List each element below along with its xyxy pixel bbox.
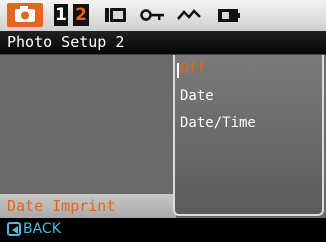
footer: BACK: [0, 218, 326, 242]
battery-icon[interactable]: [216, 5, 242, 25]
scene-icon[interactable]: [176, 5, 202, 25]
header: Photo Setup 2: [0, 31, 326, 55]
menu-item-date-imprint[interactable]: Date Imprint: [0, 194, 176, 218]
key-icon[interactable]: [140, 5, 166, 25]
tab-page-2[interactable]: 2: [73, 4, 89, 26]
page-title: Photo Setup 2: [7, 33, 125, 51]
tab-bar: 1 2: [0, 0, 326, 31]
option-date[interactable]: Date: [180, 88, 214, 104]
menu-item-label: Date Imprint: [7, 197, 116, 215]
display-icon[interactable]: [104, 5, 128, 25]
back-label: BACK: [23, 221, 61, 237]
option-date-time[interactable]: Date/Time: [180, 115, 256, 131]
selection-cursor: [177, 63, 179, 78]
camera-icon: [15, 6, 35, 22]
camera-menu-screen: 1 2 Photo Setup 2 Date Imprint Off Date …: [0, 0, 326, 242]
tab-page-1[interactable]: 1: [54, 4, 68, 26]
tab-camera[interactable]: [7, 3, 43, 27]
option-off[interactable]: Off: [180, 61, 205, 77]
back-arrow-icon: [7, 222, 21, 236]
dropdown-panel: Off Date Date/Time: [173, 55, 324, 216]
back-button[interactable]: BACK: [7, 221, 61, 237]
